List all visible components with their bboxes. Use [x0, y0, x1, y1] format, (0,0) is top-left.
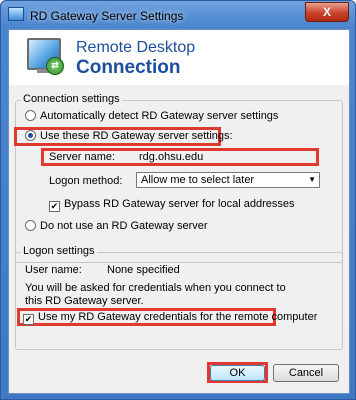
chevron-down-icon: ▼	[308, 175, 316, 184]
rd-gateway-icon	[8, 7, 24, 21]
bypass-option[interactable]: ✔ Bypass RD Gateway server for local addr…	[49, 198, 294, 212]
close-button[interactable]: X	[305, 2, 349, 22]
use-these-option[interactable]: Use these RD Gateway server settings:	[25, 130, 233, 142]
banner-title-line1: Remote Desktop	[76, 39, 196, 56]
title-bar[interactable]: RD Gateway Server Settings X	[1, 1, 355, 29]
auto-detect-option[interactable]: Automatically detect RD Gateway server s…	[25, 110, 278, 122]
logon-method-select[interactable]: Allow me to select later ▼	[136, 172, 320, 188]
dialog-body: ⇄ Remote Desktop Connection Connection s…	[8, 29, 350, 394]
ok-button[interactable]: OK	[210, 365, 265, 381]
user-name-value: None specified	[107, 264, 180, 276]
logon-settings-title: Logon settings	[21, 245, 97, 257]
logon-method-value: Allow me to select later	[141, 174, 255, 186]
bypass-checkbox[interactable]: ✔	[49, 201, 60, 212]
dialog-window: RD Gateway Server Settings X ⇄ Remote De…	[0, 0, 356, 400]
use-credentials-option[interactable]: ✔ Use my RD Gateway credentials for the r…	[23, 311, 317, 325]
use-credentials-checkbox[interactable]: ✔	[23, 314, 34, 325]
server-name-label: Server name:	[49, 151, 116, 163]
do-not-use-label: Do not use an RD Gateway server	[40, 220, 208, 232]
credentials-note: You will be asked for credentials when y…	[25, 282, 286, 307]
auto-detect-radio[interactable]	[25, 110, 36, 121]
connection-settings-title: Connection settings	[21, 93, 122, 105]
do-not-use-radio[interactable]	[25, 220, 36, 231]
user-name-label: User name:	[25, 264, 82, 276]
auto-detect-label: Automatically detect RD Gateway server s…	[40, 110, 279, 122]
connection-arrow-icon: ⇄	[46, 57, 64, 75]
window-title: RD Gateway Server Settings	[30, 9, 184, 23]
cancel-button[interactable]: Cancel	[273, 364, 339, 382]
banner-title-line2: Connection	[76, 57, 181, 78]
server-name-field[interactable]: rdg.ohsu.edu	[139, 151, 203, 163]
use-these-radio[interactable]	[25, 130, 36, 141]
use-these-label: Use these RD Gateway server settings:	[40, 130, 233, 142]
bypass-label: Bypass RD Gateway server for local addre…	[64, 198, 295, 210]
do-not-use-option[interactable]: Do not use an RD Gateway server	[25, 220, 208, 232]
logon-method-label: Logon method:	[49, 175, 123, 187]
use-credentials-label: Use my RD Gateway credentials for the re…	[38, 311, 318, 323]
banner: ⇄ Remote Desktop Connection	[9, 30, 349, 85]
